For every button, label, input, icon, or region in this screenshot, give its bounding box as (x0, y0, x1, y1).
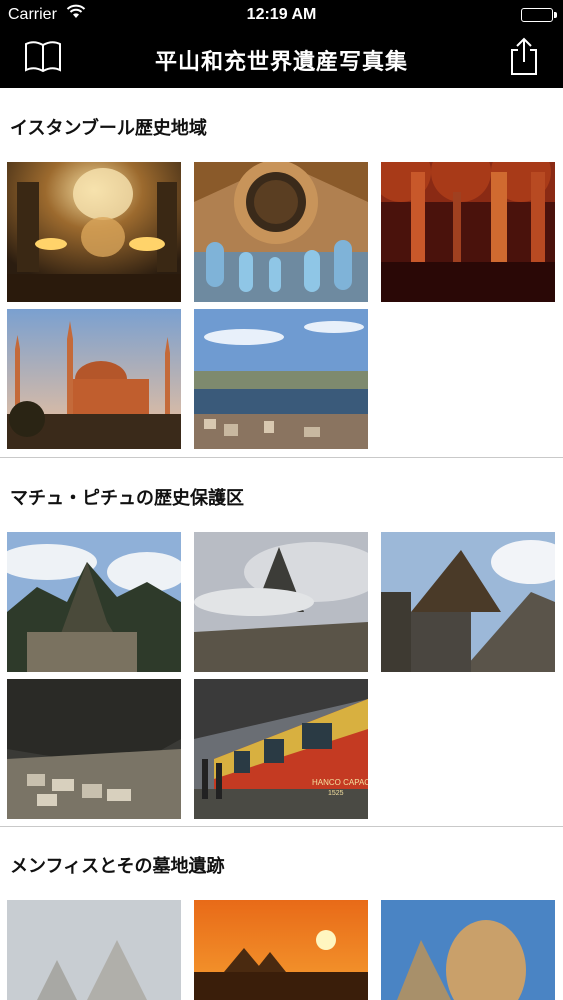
section-title: マチュ・ピチュの歴史保護区 (10, 488, 244, 509)
photo-thumbnail[interactable] (7, 532, 181, 672)
section-memphis: メンフィスとその墓地遺跡 (0, 826, 563, 1000)
train-sign-text: HANCO CAPAC (312, 778, 368, 787)
photo-thumbnail[interactable]: HANCO CAPAC 1525 (194, 679, 368, 819)
photo-thumbnail[interactable] (194, 532, 368, 672)
photo-thumbnail[interactable] (194, 900, 368, 1000)
scroll-content[interactable]: イスタンブール歴史地域 マチュ・ピチュの歴史保護区 HANCO CAPAC 15… (0, 88, 563, 1000)
section-title: メンフィスとその墓地遺跡 (10, 856, 225, 877)
share-icon[interactable] (509, 36, 539, 80)
page-title: 平山和充世界遺産写真集 (154, 49, 408, 75)
section-title: イスタンブール歴史地域 (10, 118, 207, 139)
train-sign-number: 1525 (328, 790, 344, 797)
battery-icon (521, 8, 557, 22)
photo-thumbnail[interactable] (7, 679, 181, 819)
photo-thumbnail[interactable] (381, 532, 555, 672)
photo-thumbnail[interactable] (194, 309, 368, 449)
photo-thumbnail[interactable] (7, 309, 181, 449)
photo-thumbnail[interactable] (381, 162, 555, 302)
photo-thumbnail[interactable] (7, 162, 181, 302)
photo-thumbnail[interactable] (194, 162, 368, 302)
section-istanbul: イスタンブール歴史地域 (0, 88, 563, 458)
navigation-bar: 平山和充世界遺産写真集 (0, 30, 563, 88)
clock: 12:19 AM (246, 6, 317, 23)
photo-thumbnail[interactable] (7, 900, 181, 1000)
section-machu-picchu: マチュ・ピチュの歴史保護区 HANCO CAPAC 1525 (0, 458, 563, 827)
photo-thumbnail[interactable] (381, 900, 555, 1000)
status-bar: Carrier 12:19 AM (0, 0, 563, 30)
